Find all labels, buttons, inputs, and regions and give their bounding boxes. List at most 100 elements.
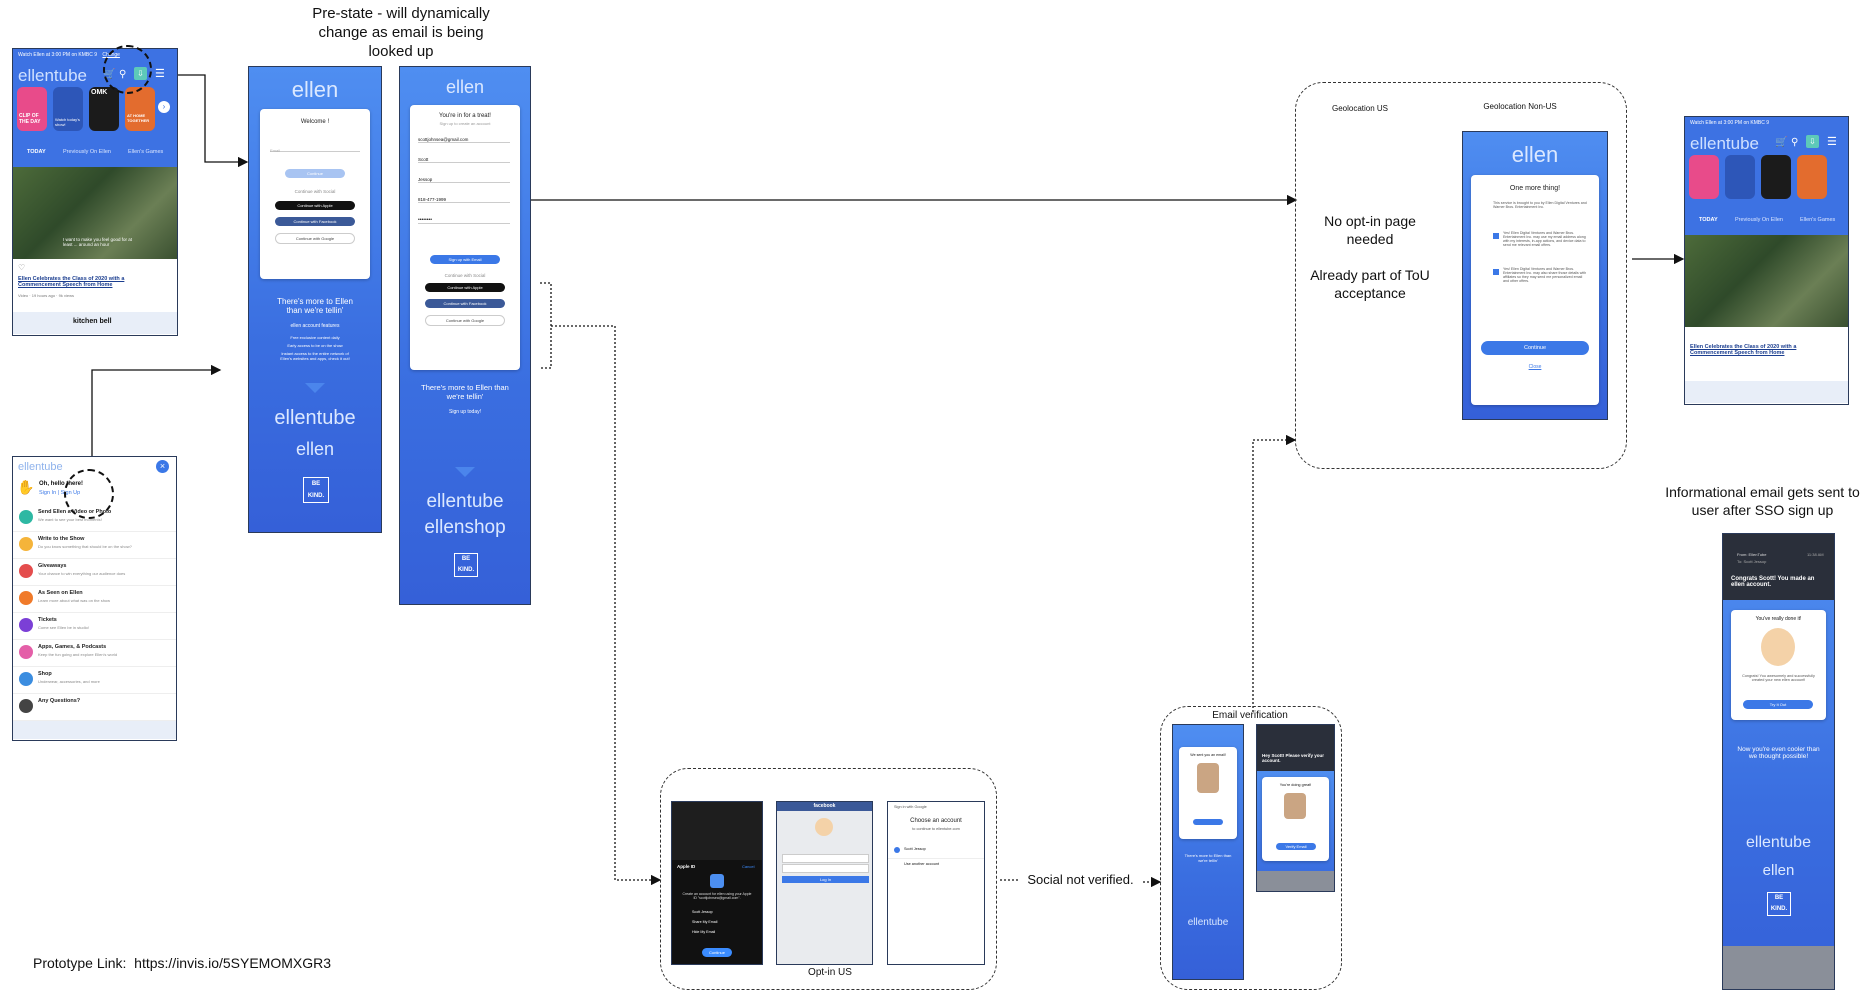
apple-continue-button[interactable]: Continue	[702, 948, 732, 957]
tab-previously[interactable]: Previously On Ellen	[63, 149, 111, 155]
ad-banner[interactable]: kitchen bell	[13, 312, 177, 334]
google-account-name: Scott Jessop	[904, 847, 926, 851]
signup-email-button[interactable]: Sign up with Email	[430, 255, 500, 264]
apple-hide-email[interactable]: Hide My Email	[692, 930, 715, 934]
menu-item-icon	[19, 618, 33, 632]
prototype-link[interactable]: Prototype Link: https://invis.io/5SYEMOM…	[33, 955, 331, 971]
thumb-clip-of-day[interactable]: CLIP OF THE DAY	[17, 87, 47, 131]
final-video-player[interactable]	[1685, 235, 1848, 327]
final-search-icon[interactable]: ⚲	[1791, 137, 1798, 148]
final-thumb-3[interactable]	[1761, 155, 1791, 199]
informational-email-screen: From: EllenTube To: Scott Jessop 11:38 A…	[1722, 533, 1835, 990]
optin-continue-button[interactable]: Continue	[1481, 341, 1589, 355]
menu-item[interactable]: Write to the Show Do you know something t…	[13, 532, 176, 559]
optin-checkbox-2[interactable]	[1493, 269, 1499, 275]
verify-email-screen: Hey Scott! Please verify your account. Y…	[1256, 724, 1335, 892]
tab-today[interactable]: TODAY	[27, 149, 46, 155]
continue-facebook-button[interactable]: Continue with Facebook	[275, 217, 355, 226]
email-try-button[interactable]: Try It Out	[1743, 700, 1813, 709]
tab-games[interactable]: Ellen's Games	[128, 149, 163, 155]
signup-apple-button[interactable]: Continue with Apple	[425, 283, 505, 292]
heart-icon[interactable]: ♡	[18, 263, 25, 272]
welcome-footer-ellen: ellen	[295, 439, 335, 459]
google-header: Sign in with Google	[894, 805, 927, 809]
fb-email-input[interactable]	[782, 854, 869, 863]
final-menu-icon[interactable]: ☰	[1827, 135, 1837, 148]
fb-login-button[interactable]: Log In	[782, 876, 869, 883]
sign-in-link[interactable]: Sign In	[39, 490, 56, 496]
menu-item-icon	[19, 537, 33, 551]
final-thumb-1[interactable]	[1689, 155, 1719, 199]
menu-item-title: Tickets	[38, 617, 57, 623]
continue-apple-button[interactable]: Continue with Apple	[275, 201, 355, 210]
email-from: From: EllenTube	[1737, 552, 1767, 557]
final-tab-previously[interactable]: Previously On Ellen	[1735, 217, 1783, 223]
google-account-avatar	[894, 847, 900, 853]
prototype-link-url[interactable]: https://invis.io/5SYEMOMXGR3	[134, 955, 331, 971]
menu-ad-banner[interactable]	[13, 721, 176, 739]
menu-item-title: As Seen on Ellen	[38, 590, 83, 596]
last-name-field[interactable]: Jessop	[418, 177, 510, 183]
thumb-watch-show[interactable]: Watch today's show!	[53, 87, 83, 131]
be-kind-logo: BE KIND.	[303, 477, 329, 503]
fb-password-input[interactable]	[782, 864, 869, 873]
final-cart-icon[interactable]: 🛒	[1775, 137, 1787, 148]
final-thumb-4[interactable]	[1797, 155, 1827, 199]
optin-checkbox-1[interactable]	[1493, 233, 1499, 239]
menu-item-subtitle: Your chance to win everything our audien…	[38, 571, 126, 576]
optin-close-link[interactable]: Close	[1471, 364, 1599, 370]
email-placeholder: Email	[270, 148, 281, 153]
final-thumb-2[interactable]	[1725, 155, 1755, 199]
verify-email-button[interactable]: Verify Email	[1276, 843, 1316, 850]
menu-item[interactable]: As Seen on Ellen Learn more about what wa…	[13, 586, 176, 613]
google-account-row[interactable]: Scott Jessop	[888, 844, 984, 859]
continue-button[interactable]: Continue	[285, 169, 345, 178]
menu-item-subtitle: Keep the fun going and explore Ellen's w…	[38, 652, 118, 657]
apple-cancel[interactable]: Cancel	[742, 864, 754, 869]
email-field[interactable]: scottjohnsea@gmail.com	[418, 137, 510, 143]
signup-promo-title: There's more to Ellen than we're tellin'	[421, 383, 509, 401]
final-tab-games[interactable]: Ellen's Games	[1800, 217, 1835, 223]
fb-avatar	[815, 818, 833, 836]
first-name-field[interactable]: Scott	[418, 157, 510, 163]
verify-headline: Hey Scott! Please verify your account.	[1262, 753, 1325, 763]
phone-field[interactable]: 818-477-1999	[418, 197, 510, 203]
final-download-icon[interactable]: ⇩	[1806, 135, 1819, 148]
video-title[interactable]: Ellen Celebrates the Class of 2020 with …	[18, 276, 138, 288]
menu-item[interactable]: Tickets Come see Ellen be in studio!	[13, 613, 176, 640]
signup-facebook-button[interactable]: Continue with Facebook	[425, 299, 505, 308]
menu-item[interactable]: Apps, Games, & Podcasts Keep the fun goin…	[13, 640, 176, 667]
signup-divider-notch	[455, 467, 475, 477]
social-label: Continue with Social	[294, 189, 336, 194]
final-ad-banner[interactable]	[1685, 381, 1848, 403]
email-input[interactable]: Email	[270, 139, 360, 153]
menu-item[interactable]: Any Questions?	[13, 694, 176, 721]
menu-item-subtitle: Learn more about what was on the show	[38, 598, 111, 603]
menu-item-icon	[19, 510, 33, 524]
menu-item[interactable]: Giveaways Your chance to win everything o…	[13, 559, 176, 586]
thumb-omk[interactable]: OMK	[89, 87, 119, 131]
dashed-bracket	[540, 282, 552, 369]
final-tab-today[interactable]: TODAY	[1699, 217, 1718, 223]
app-home-screen: Watch Ellen at 3:00 PM on KMBC 9 Change …	[12, 48, 178, 336]
verify-footer-logo: ellentube	[1187, 917, 1229, 928]
menu-item[interactable]: Shop Underwear, accessories, and more	[13, 667, 176, 694]
signup-google-button[interactable]: Continue with Google	[425, 315, 505, 326]
continue-google-button[interactable]: Continue with Google	[275, 233, 355, 244]
close-icon[interactable]: ×	[156, 460, 169, 473]
google-use-another[interactable]: Use another account	[904, 862, 939, 866]
password-field[interactable]: ••••••••	[418, 217, 510, 224]
menu-item-subtitle: Come see Ellen be in studio!	[38, 625, 89, 630]
menu-icon[interactable]: ☰	[155, 67, 165, 80]
welcome-promo-title: There's more to Ellen than we're tellin'	[277, 297, 353, 315]
carousel-next-icon[interactable]: ›	[158, 101, 170, 113]
apple-share-email[interactable]: Share My Email	[692, 920, 717, 924]
signup-promo-sub: Sign up today!	[449, 409, 481, 415]
verify-sent-card: We sent you an email!	[1179, 747, 1237, 839]
verify-sent-button[interactable]	[1193, 819, 1223, 825]
menu-item-icon	[19, 699, 33, 713]
menu-item-title: Apps, Games, & Podcasts	[38, 644, 107, 650]
video-player[interactable]: I want to make you feel good for at leas…	[13, 167, 177, 259]
final-video-title[interactable]: Ellen Celebrates the Class of 2020 with …	[1690, 344, 1810, 356]
final-app-logo: ellentube	[1690, 134, 1760, 153]
